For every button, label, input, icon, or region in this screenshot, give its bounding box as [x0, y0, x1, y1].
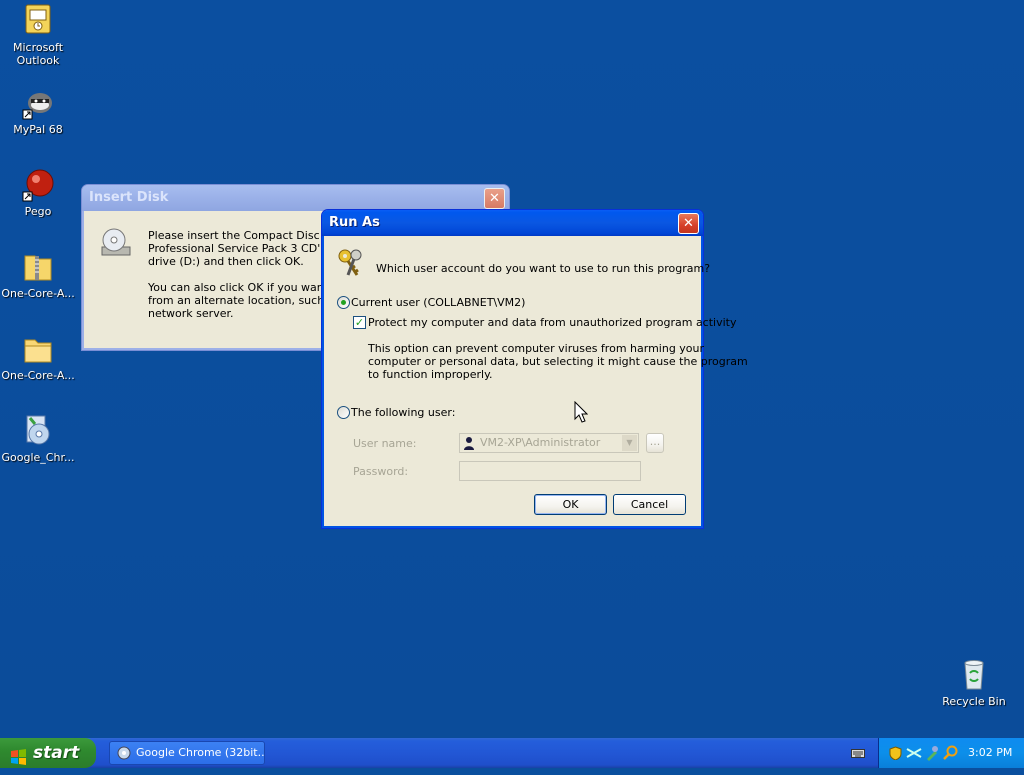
- folder-icon: [21, 332, 55, 366]
- security-shield-icon[interactable]: [889, 746, 902, 761]
- start-button[interactable]: start: [0, 738, 96, 768]
- desktop-icon-label: Google_Chr...: [1, 451, 75, 464]
- insert-disk-message: Please insert the Compact Disc label Pro…: [148, 229, 323, 320]
- run-as-titlebar[interactable]: Run As ✕: [322, 210, 703, 236]
- ok-button[interactable]: OK: [534, 494, 607, 515]
- desktop-icon-zip-folder[interactable]: One-Core-A...: [0, 250, 76, 300]
- password-field[interactable]: [459, 461, 641, 481]
- mypal-icon: [21, 86, 55, 120]
- installer-icon: [21, 414, 55, 448]
- cancel-button[interactable]: Cancel: [613, 494, 686, 515]
- keys-icon: [334, 246, 368, 280]
- system-tray: 3:02 PM: [878, 738, 1024, 768]
- desktop-icon-installer[interactable]: Google_Chr...: [0, 414, 76, 464]
- close-button[interactable]: ✕: [484, 188, 505, 209]
- desktop-icon-pego[interactable]: Pego: [0, 168, 76, 218]
- start-label: start: [33, 743, 80, 763]
- search-icon[interactable]: [943, 745, 958, 760]
- desktop-icon-recycle-bin[interactable]: Recycle Bin: [936, 658, 1012, 708]
- desktop-icon-label: Recycle Bin: [942, 695, 1006, 708]
- message-line: Professional Service Pack 3 CD' into: [148, 242, 323, 255]
- current-user-radio[interactable]: [337, 296, 350, 309]
- close-button[interactable]: ✕: [678, 213, 699, 234]
- run-as-dialog[interactable]: Run As ✕ Which user account do you want …: [321, 209, 748, 529]
- warning-line: computer or personal data, but selecting…: [368, 355, 748, 368]
- windows-logo-icon: [10, 745, 27, 765]
- desktop-icon-label: Outlook: [16, 54, 60, 67]
- close-icon: ✕: [489, 191, 500, 206]
- username-combobox[interactable]: VM2-XP\Administrator ▼: [459, 433, 639, 453]
- message-line: Please insert the Compact Disc label: [148, 229, 323, 242]
- protect-checkbox[interactable]: ✓: [353, 316, 366, 329]
- user-icon: [463, 436, 476, 450]
- taskbar: start Google Chrome (32bit... 3:02 PM: [0, 738, 1024, 768]
- desktop-icon-label: MyPal 68: [13, 123, 63, 136]
- mouse-cursor-icon: [574, 400, 589, 423]
- safely-remove-icon[interactable]: [925, 745, 939, 761]
- window-title: Insert Disk: [89, 190, 169, 205]
- chevron-down-icon[interactable]: ▼: [622, 435, 637, 451]
- protect-warning: This option can prevent computer viruses…: [368, 342, 748, 381]
- following-user-radio[interactable]: [337, 406, 350, 419]
- desktop-icon-folder[interactable]: One-Core-A...: [0, 332, 76, 382]
- following-user-label[interactable]: The following user:: [351, 406, 455, 419]
- recycle-bin-icon: [957, 658, 991, 692]
- browse-button[interactable]: ...: [646, 433, 664, 453]
- zip-folder-icon: [21, 250, 55, 284]
- outlook-icon: [21, 4, 55, 38]
- desktop-icon-label: Microsoft: [12, 41, 64, 54]
- warning-line: to function improperly.: [368, 368, 493, 381]
- installer-icon: [117, 746, 131, 760]
- protect-label[interactable]: Protect my computer and data from unauth…: [368, 316, 736, 329]
- current-user-label[interactable]: Current user (COLLABNET\VM2): [351, 296, 525, 309]
- cd-drive-icon: [99, 227, 133, 261]
- window-title: Run As: [329, 215, 380, 230]
- message-line: You can also click OK if you want file: [148, 281, 323, 294]
- desktop-icon-outlook[interactable]: Microsoft Outlook: [0, 4, 76, 67]
- username-value: VM2-XP\Administrator: [480, 436, 601, 449]
- password-label: Password:: [353, 465, 409, 478]
- taskbar-item-chrome-installer[interactable]: Google Chrome (32bit...: [109, 741, 265, 765]
- message-line: network server.: [148, 307, 234, 320]
- message-line: drive (D:) and then click OK.: [148, 255, 304, 268]
- desktop-icon-mypal[interactable]: MyPal 68: [0, 86, 76, 136]
- username-label: User name:: [353, 437, 417, 450]
- message-line: from an alternate location, such as a: [148, 294, 323, 307]
- desktop-icon-label: One-Core-A...: [1, 287, 75, 300]
- clock[interactable]: 3:02 PM: [968, 746, 1012, 759]
- network-icon[interactable]: [906, 746, 922, 760]
- desktop-icon-label: One-Core-A...: [1, 369, 75, 382]
- warning-line: This option can prevent computer viruses…: [368, 342, 705, 355]
- desktop: Microsoft Outlook MyPal 68 Pego One-Core…: [0, 0, 1024, 738]
- insert-disk-titlebar[interactable]: Insert Disk ✕: [82, 185, 509, 211]
- taskbar-item-label: Google Chrome (32bit...: [136, 746, 265, 759]
- keyboard-icon[interactable]: [851, 747, 865, 759]
- close-icon: ✕: [683, 216, 694, 231]
- run-as-body: Which user account do you want to use to…: [325, 236, 748, 525]
- desktop-icon-label: Pego: [24, 205, 52, 218]
- question-text: Which user account do you want to use to…: [376, 262, 711, 275]
- pego-icon: [21, 168, 55, 202]
